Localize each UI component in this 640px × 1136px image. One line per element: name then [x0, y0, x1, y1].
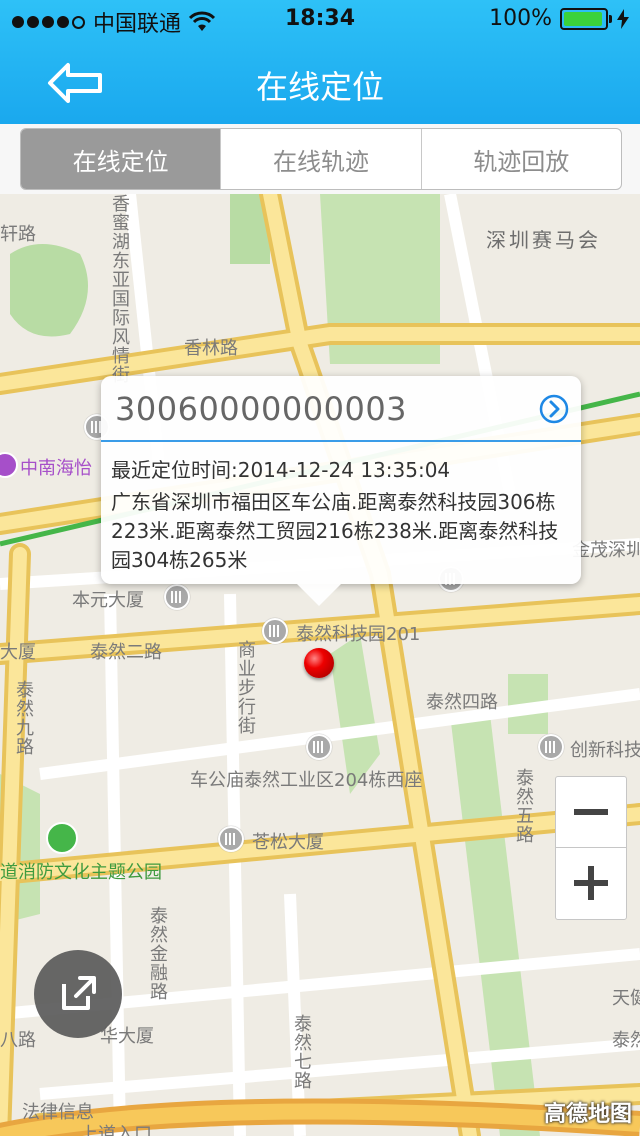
map-label-tianjian: 天健: [612, 988, 640, 1009]
map-label-jinmao: 金茂深圳: [572, 540, 640, 561]
plus-icon: [574, 866, 608, 900]
popup-divider: [101, 440, 581, 442]
status-bar: 中国联通 18:34 100%: [0, 0, 640, 40]
tab-online-location[interactable]: 在线定位: [21, 129, 221, 189]
map-label-commercial-street: 商业步行街: [235, 640, 256, 735]
location-info-popup[interactable]: 30060000000003 最近定位时间:2014-12-24 13:35:0…: [101, 376, 581, 606]
map-label-tairan-2nd-road: 泰然二路: [90, 642, 162, 663]
map-label-benyuan: 本元大厦: [72, 590, 144, 611]
last-location-time: 最近定位时间:2014-12-24 13:35:04: [111, 458, 451, 482]
share-button[interactable]: [34, 950, 122, 1038]
map-label-chegongmiao-industrial: 车公庙泰然工业区204栋西座: [190, 770, 423, 791]
park-icon: [46, 822, 78, 854]
poi-building-icon: [218, 826, 244, 852]
poi-building-icon: [538, 734, 564, 760]
poi-building-icon: [306, 734, 332, 760]
navigation-header: 中国联通 18:34 100% 在线定位: [0, 0, 640, 124]
charging-icon: [617, 8, 629, 29]
map-label-entrance: 上道入口: [80, 1124, 152, 1136]
map-label-xuan-road: 轩路: [0, 224, 36, 245]
poi-building-icon: [262, 618, 288, 644]
minus-icon: [574, 809, 608, 815]
battery-info: 100%: [489, 6, 630, 31]
map-label-tairan-4th-road: 泰然四路: [426, 692, 498, 713]
location-pin[interactable]: [304, 648, 334, 678]
poi-building-icon: [164, 584, 190, 610]
tab-track-playback[interactable]: 轨迹回放: [420, 129, 621, 189]
map-view[interactable]: 深圳赛马会 香林路 香蜜湖东亚国际风情街 轩路 中南海怡 金茂深圳 本元大厦 泰…: [0, 194, 640, 1136]
map-label-dasha: 大厦: [0, 642, 36, 663]
map-label-cangsong: 苍松大厦: [252, 832, 324, 853]
map-label-tairan-5th-road: 泰然五路: [513, 768, 534, 844]
map-label-tairan-right: 泰然: [612, 1030, 640, 1051]
signal-strength-icon: [12, 15, 85, 29]
map-label-jockey-club: 深圳赛马会: [486, 228, 601, 252]
segmented-control: 在线定位 在线轨迹 轨迹回放: [20, 128, 622, 190]
zoom-out-button[interactable]: [556, 777, 626, 848]
map-label-tairan-7th-road: 泰然七路: [291, 1014, 312, 1090]
device-id: 30060000000003: [115, 390, 408, 428]
carrier-info: 中国联通: [12, 6, 216, 38]
map-label-xiangmihu-street: 香蜜湖东亚国际风情街: [109, 194, 130, 384]
map-label-8th-road: 八路: [0, 1030, 36, 1051]
chevron-right-circle-icon[interactable]: [539, 394, 569, 424]
map-label-tairan-9th-road: 泰然九路: [13, 680, 34, 756]
map-label-tairan-tech-park: 泰然科技园201: [296, 624, 421, 645]
tab-bar: 在线定位 在线轨迹 轨迹回放: [0, 124, 640, 194]
zoom-in-button[interactable]: [556, 848, 626, 918]
amap-logo: 高德地图: [543, 1102, 632, 1127]
zoom-controls: [555, 776, 627, 920]
share-icon: [62, 976, 96, 1010]
map-label-tairan-finance-road: 泰然金融路: [147, 906, 168, 1001]
back-arrow-icon: [48, 63, 102, 103]
back-button[interactable]: [46, 60, 106, 106]
wifi-icon: [189, 11, 216, 31]
map-label-innovation-tech: 创新科技: [570, 740, 640, 761]
map-label-xianglin-road: 香林路: [184, 338, 238, 359]
carrier-name: 中国联通: [93, 12, 182, 37]
location-address: 广东省深圳市福田区车公庙.距离泰然科技园306栋223米.距离泰然工贸园216栋…: [111, 490, 559, 572]
map-label-fire-culture-park: 道消防文化主题公园: [0, 862, 162, 883]
tab-online-track[interactable]: 在线轨迹: [220, 129, 420, 189]
battery-icon: [560, 7, 612, 30]
battery-percent: 100%: [489, 6, 552, 31]
map-label-zhongnan: 中南海怡: [20, 458, 92, 479]
